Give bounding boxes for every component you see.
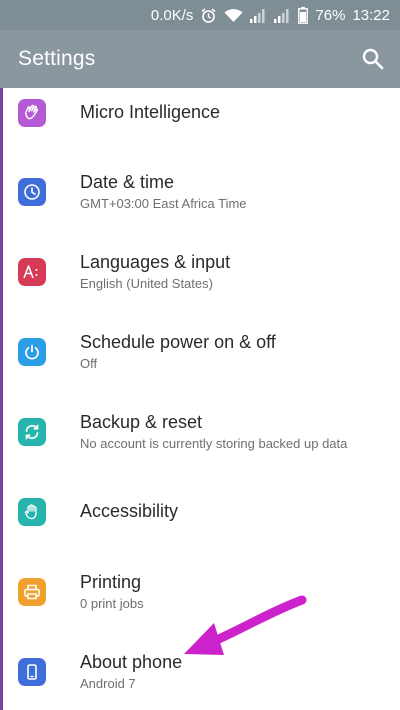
- page-title: Settings: [18, 47, 96, 70]
- settings-item-label: Accessibility: [80, 501, 179, 521]
- settings-item-label: About phone: [80, 652, 183, 672]
- printer-icon: [18, 578, 46, 606]
- settings-item-languages-input[interactable]: Languages & input English (United States…: [0, 246, 400, 316]
- settings-item-subtitle: GMT+03:00 East Africa Time: [80, 196, 247, 211]
- settings-item-label: Backup & reset: [80, 412, 203, 432]
- wifi-icon: [224, 8, 243, 23]
- phone-icon: [18, 658, 46, 686]
- battery-icon: [298, 6, 309, 24]
- clock-time: 13:22: [352, 6, 390, 24]
- settings-item-label: Micro Intelligence: [80, 102, 221, 122]
- search-icon[interactable]: [360, 46, 386, 72]
- settings-item-accessibility[interactable]: Accessibility: [0, 486, 400, 556]
- settings-item-label: Languages & input: [80, 252, 231, 272]
- hand-gesture-icon: [18, 99, 46, 127]
- settings-item-subtitle: Android 7: [80, 676, 136, 691]
- settings-item-label: Date & time: [80, 172, 175, 192]
- accessibility-hand-icon: [18, 498, 46, 526]
- settings-item-label: Printing: [80, 572, 142, 592]
- signal-icon: [250, 8, 267, 23]
- settings-item-about-phone[interactable]: About phone Android 7: [0, 646, 400, 710]
- settings-item-subtitle: No account is currently storing backed u…: [80, 436, 348, 451]
- power-icon: [18, 338, 46, 366]
- settings-item-subtitle: 0 print jobs: [80, 596, 144, 611]
- settings-item-schedule-power[interactable]: Schedule power on & off Off: [0, 326, 400, 396]
- settings-item-printing[interactable]: Printing 0 print jobs: [0, 566, 400, 636]
- battery-percent: 76%: [315, 6, 346, 24]
- language-icon: [18, 258, 46, 286]
- backup-icon: [18, 418, 46, 446]
- settings-item-backup-reset[interactable]: Backup & reset No account is currently s…: [0, 406, 400, 476]
- network-speed: 0.0K/s: [150, 6, 194, 24]
- settings-item-date-time[interactable]: Date & time GMT+03:00 East Africa Time: [0, 166, 400, 236]
- signal-icon: [274, 8, 291, 23]
- settings-item-subtitle: Off: [80, 356, 98, 371]
- settings-item-subtitle: English (United States): [80, 276, 213, 291]
- settings-item-micro-intelligence[interactable]: Micro Intelligence: [0, 78, 400, 148]
- settings-item-label: Schedule power on & off: [80, 332, 276, 352]
- clock-icon: [18, 178, 46, 206]
- status-bar: 0.0K/s 76% 13:22: [0, 0, 400, 30]
- alarm-icon: [200, 7, 217, 24]
